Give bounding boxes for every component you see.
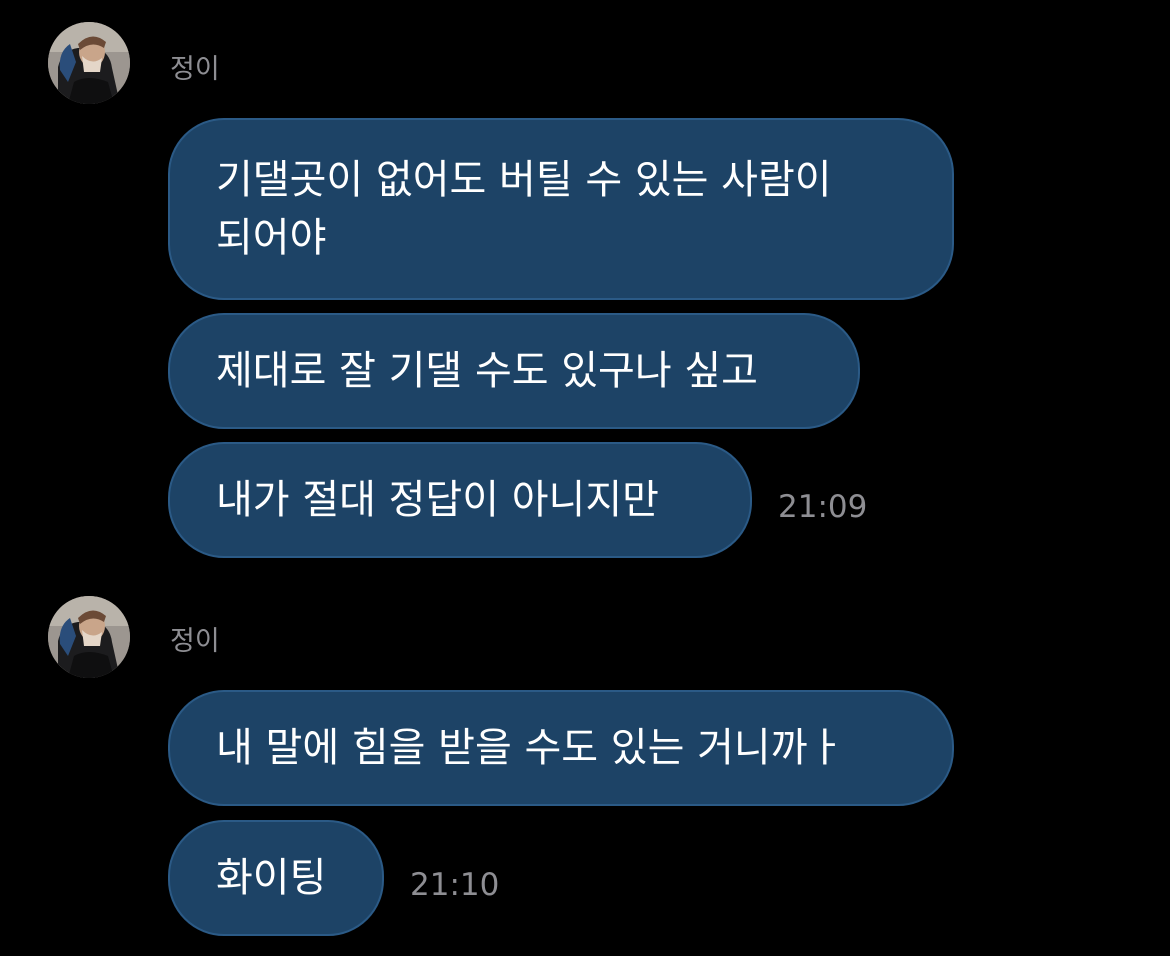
message-text: 기댈곳이 없어도 버틸 수 있는 사람이 되어야 bbox=[216, 151, 832, 267]
message-line: 되어야 bbox=[216, 215, 327, 261]
avatar[interactable] bbox=[48, 596, 130, 678]
timestamp: 21:09 bbox=[778, 489, 868, 525]
timestamp: 21:10 bbox=[410, 867, 500, 903]
message-line: 기댈곳이 없어도 버틸 수 있는 사람이 bbox=[216, 157, 832, 203]
message-text: 화이팅 bbox=[216, 855, 327, 901]
sender-name: 정이 bbox=[170, 626, 220, 657]
message-text: 내가 절대 정답이 아니지만 bbox=[216, 477, 659, 523]
message-bubble[interactable]: 화이팅 bbox=[168, 820, 384, 936]
message-bubble[interactable]: 기댈곳이 없어도 버틸 수 있는 사람이 되어야 bbox=[168, 118, 954, 300]
avatar[interactable] bbox=[48, 22, 130, 104]
profile-photo-icon bbox=[48, 22, 130, 104]
sender-name: 정이 bbox=[170, 54, 220, 85]
message-text: 내 말에 힘을 받을 수도 있는 거니까ㅏ bbox=[216, 725, 845, 771]
message-bubble[interactable]: 내가 절대 정답이 아니지만 bbox=[168, 442, 752, 558]
profile-photo-icon bbox=[48, 596, 130, 678]
message-text: 제대로 잘 기댈 수도 있구나 싶고 bbox=[216, 348, 758, 394]
message-bubble[interactable]: 제대로 잘 기댈 수도 있구나 싶고 bbox=[168, 313, 860, 429]
message-bubble[interactable]: 내 말에 힘을 받을 수도 있는 거니까ㅏ bbox=[168, 690, 954, 806]
